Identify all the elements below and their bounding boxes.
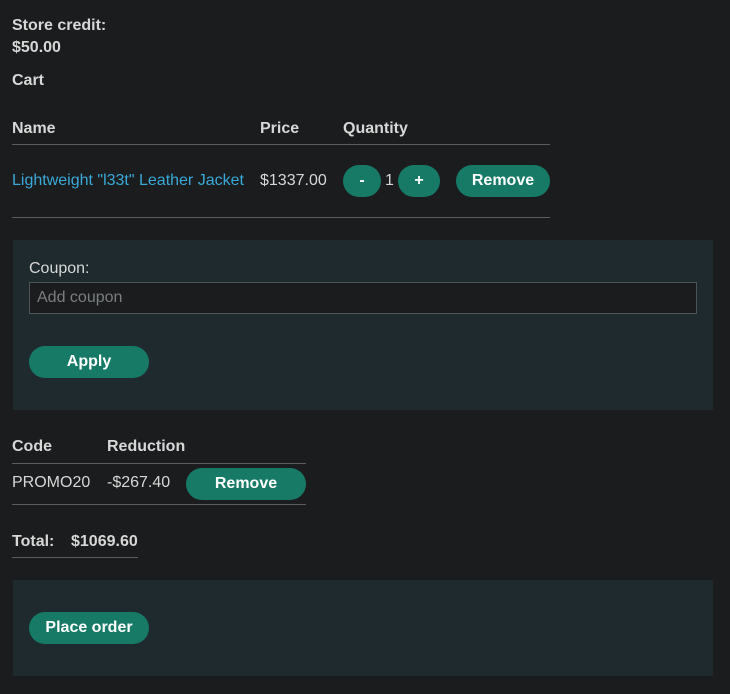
cart-page: Store credit: $50.00 Cart Name Price Qua… <box>0 0 730 694</box>
order-panel: Place order <box>13 580 713 676</box>
product-price: $1337.00 <box>260 172 327 189</box>
total-divider <box>12 557 138 558</box>
cart-row-divider <box>12 217 550 218</box>
place-order-button[interactable]: Place order <box>29 612 149 644</box>
cart-col-quantity: Quantity <box>343 120 408 137</box>
store-credit-value: $50.00 <box>12 39 61 56</box>
coupon-label: Coupon: <box>29 260 90 277</box>
coupon-input[interactable] <box>29 282 697 314</box>
store-credit-label: Store credit: <box>12 17 107 34</box>
quantity-value: 1 <box>385 172 394 189</box>
quantity-increment-button[interactable]: + <box>398 165 440 197</box>
total-value: $1069.60 <box>71 533 138 550</box>
total-label: Total: <box>12 533 55 550</box>
remove-coupon-button[interactable]: Remove <box>186 468 306 500</box>
product-link[interactable]: Lightweight "l33t" Leather Jacket <box>12 172 244 190</box>
cart-header-divider <box>12 144 550 145</box>
quantity-decrement-button[interactable]: - <box>343 165 381 197</box>
coupon-header-divider <box>12 463 306 464</box>
coupon-reduction: -$267.40 <box>107 474 171 491</box>
cart-heading: Cart <box>12 72 45 89</box>
coupon-code: PROMO20 <box>12 474 91 491</box>
coupon-row-divider <box>12 504 306 505</box>
coupon-col-code: Code <box>12 438 52 455</box>
cart-col-name: Name <box>12 120 56 137</box>
cart-col-price: Price <box>260 120 300 137</box>
coupon-panel: Coupon: Apply <box>13 240 713 410</box>
apply-coupon-button[interactable]: Apply <box>29 346 149 378</box>
coupon-col-reduction: Reduction <box>107 438 186 455</box>
remove-item-button[interactable]: Remove <box>456 165 550 197</box>
